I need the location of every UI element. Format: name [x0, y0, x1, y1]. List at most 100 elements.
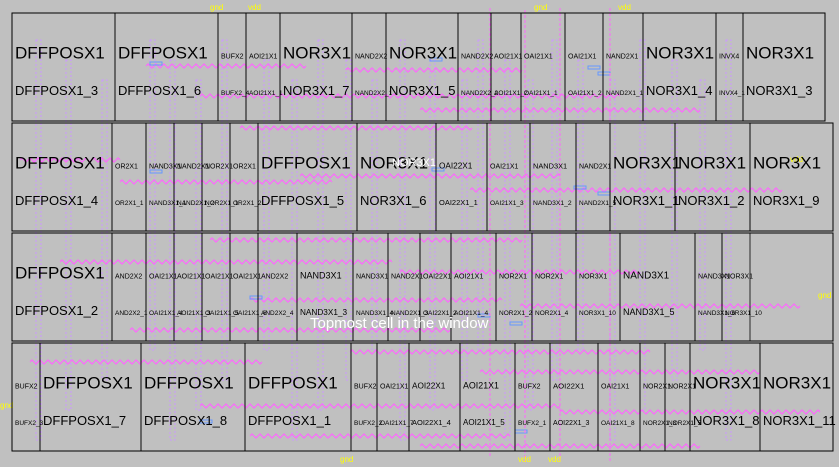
cell-outline[interactable] [749, 122, 834, 232]
cell-outline[interactable] [721, 232, 751, 342]
standard-cell[interactable]: OAI21X1 OAI21X1_3 [486, 122, 531, 232]
cell-outline[interactable] [602, 12, 644, 122]
standard-cell[interactable]: DFFPOSX1 DFFPOSX1_7 [39, 342, 142, 452]
standard-cell[interactable]: NOR3X1 NOR3X1_3 [742, 12, 826, 122]
standard-cell[interactable]: NAND2X1 NAND2X1_5 [575, 122, 617, 232]
cell-outline[interactable] [549, 342, 599, 452]
standard-cell[interactable]: OAI21X1 OAI21X1_1 [520, 12, 566, 122]
standard-cell[interactable]: OAI22X1 OAI22X1_1 [435, 122, 488, 232]
cell-outline[interactable] [39, 342, 142, 452]
cell-outline[interactable] [619, 232, 696, 342]
standard-cell[interactable]: OAI21X1OAI21X1_6 [229, 232, 267, 342]
standard-cell[interactable]: DFFPOSX1 DFFPOSX1_6 [114, 12, 219, 122]
cell-outline[interactable] [244, 342, 352, 452]
cell-outline[interactable] [376, 342, 410, 452]
cell-outline[interactable] [575, 232, 621, 342]
standard-cell[interactable]: NOR2X1NOR2X1_1 [201, 122, 239, 232]
cell-outline[interactable] [514, 342, 551, 452]
standard-cell[interactable]: AOI22X1 AOI22X1_3 [549, 342, 599, 452]
standard-cell[interactable]: OAI21X1OAI21X1_7 [376, 342, 414, 452]
cell-outline[interactable] [173, 232, 203, 342]
cell-outline[interactable] [350, 342, 378, 452]
cell-outline[interactable] [217, 12, 247, 122]
cell-outline[interactable] [609, 122, 676, 232]
standard-cell[interactable]: NOR2X1 NOR2X1_2 [495, 232, 533, 342]
standard-cell[interactable]: NAND3X1NAND3X1_6 [694, 232, 736, 342]
cell-outline[interactable] [145, 122, 175, 232]
standard-cell[interactable]: OAI21X1 OAI21X1_2 [564, 12, 604, 122]
standard-cell[interactable]: NOR3X1 NOR3X1_2 [674, 122, 751, 232]
standard-cell[interactable]: DFFPOSX1 DFFPOSX1_8 [140, 342, 246, 452]
cell-outline[interactable] [495, 232, 533, 342]
cell-outline[interactable] [715, 12, 744, 122]
cell-outline[interactable] [664, 342, 691, 452]
standard-cell[interactable]: NOR3X1 NOR3X1_6 [356, 122, 437, 232]
standard-cell[interactable]: NAND2X1NAND2X1_2 [173, 122, 215, 232]
cell-outline[interactable] [173, 122, 203, 232]
standard-cell[interactable]: NAND2X1 NAND2X1_1 [602, 12, 644, 122]
cell-outline[interactable] [201, 232, 231, 342]
cell-outline[interactable] [642, 12, 717, 122]
standard-cell[interactable]: OAI21X1 OAI21X1_8 [597, 342, 641, 452]
cell-outline[interactable] [351, 12, 387, 122]
cell-outline[interactable] [140, 342, 246, 452]
cell-outline[interactable] [575, 122, 611, 232]
standard-cell[interactable]: BUFX2 BUFX2_4 [217, 12, 250, 122]
standard-cell[interactable]: AOI21X1 AOI21X1_2 [490, 12, 528, 122]
cell-outline[interactable] [529, 122, 577, 232]
standard-cell[interactable]: NOR3X1 NOR3X1_1 [609, 122, 681, 232]
cell-outline[interactable] [279, 12, 353, 122]
cell-outline[interactable] [689, 342, 761, 452]
cell-outline[interactable] [229, 122, 259, 232]
cell-outline[interactable] [639, 342, 666, 452]
standard-cell[interactable]: AOI21X1 AOI21X1_1 [245, 12, 283, 122]
standard-cell[interactable]: DFFPOSX1 DFFPOSX1_3 [11, 12, 116, 122]
cell-outline[interactable] [742, 12, 826, 122]
cell-outline[interactable] [759, 342, 834, 452]
standard-cell[interactable]: NOR3X1 NOR3X1_11 [759, 342, 836, 452]
cell-outline[interactable] [11, 232, 113, 342]
cell-outline[interactable] [564, 12, 604, 122]
standard-cell[interactable]: NAND2X2 NAND2X2_1 [351, 12, 393, 122]
standard-cell[interactable]: NOR3X1 NOR3X1_5 [385, 12, 459, 122]
standard-cell[interactable]: DFFPOSX1 DFFPOSX1_2 [11, 232, 113, 342]
standard-cell[interactable]: NAND3X1 NAND3X1_2 [529, 122, 577, 232]
standard-cell[interactable]: NOR3X1 NOR3X1_10 [721, 232, 762, 342]
standard-cell[interactable]: NOR2X1 NOR2X1_4 [531, 232, 577, 342]
standard-cell[interactable]: NOR2X1NOR2X1_3 [639, 342, 677, 452]
standard-cell[interactable]: BUFX2 BUFX2_2 [350, 342, 383, 452]
standard-cell[interactable]: NOR3X1 NOR3X1_8 [689, 342, 761, 452]
cell-outline[interactable] [435, 122, 488, 232]
cell-outline[interactable] [257, 122, 358, 232]
standard-cell[interactable]: NOR3X1 NOR3X1_10 [575, 232, 621, 342]
cell-outline[interactable] [486, 122, 531, 232]
standard-cell[interactable]: AOI21X1AOI21X1_3 [173, 232, 211, 342]
standard-cell[interactable]: INVX4 INVX4_1 [715, 12, 745, 122]
cell-outline[interactable] [11, 122, 113, 232]
standard-cell[interactable]: AOI21X1 AOI21X1_5 [459, 342, 516, 452]
cell-outline[interactable] [531, 232, 577, 342]
cell-outline[interactable] [229, 232, 259, 342]
standard-cell[interactable]: AOI22X1 AOI22X1_4 [408, 342, 461, 452]
cell-outline[interactable] [11, 342, 41, 452]
standard-cell[interactable]: NOR3X1 NOR3X1_4 [642, 12, 717, 122]
standard-cell[interactable]: BUFX2 BUFX2_1 [514, 342, 551, 452]
cell-outline[interactable] [457, 12, 492, 122]
standard-cell[interactable]: OAI21X1OAI21X1_4 [145, 232, 183, 342]
standard-cell[interactable]: DFFPOSX1 DFFPOSX1_1 [244, 342, 352, 452]
standard-cell[interactable]: NAND3X1 NAND3X1_5 [619, 232, 696, 342]
cell-outline[interactable] [385, 12, 459, 122]
cell-outline[interactable] [356, 122, 437, 232]
cell-outline[interactable] [201, 122, 231, 232]
cell-outline[interactable] [694, 232, 723, 342]
cell-outline[interactable] [520, 12, 566, 122]
cell-outline[interactable] [145, 232, 175, 342]
layout-canvas[interactable]: gnd vdd gnd vdd gnd vdd vdd gnd gnd vdd DFFPOSX1 DF… [0, 0, 839, 467]
cell-outline[interactable] [257, 232, 298, 342]
standard-cell[interactable]: NOR3X1 NOR3X1_7 [279, 12, 353, 122]
standard-cell[interactable]: AND2X2 AND2X2_1 [111, 232, 148, 342]
cell-outline[interactable] [245, 12, 281, 122]
standard-cell[interactable]: BUFX2 BUFX2_3 [11, 342, 44, 452]
standard-cell[interactable]: DFFPOSX1 DFFPOSX1_5 [257, 122, 358, 232]
standard-cell[interactable]: NOR3X1 NOR3X1_9 [749, 122, 834, 232]
